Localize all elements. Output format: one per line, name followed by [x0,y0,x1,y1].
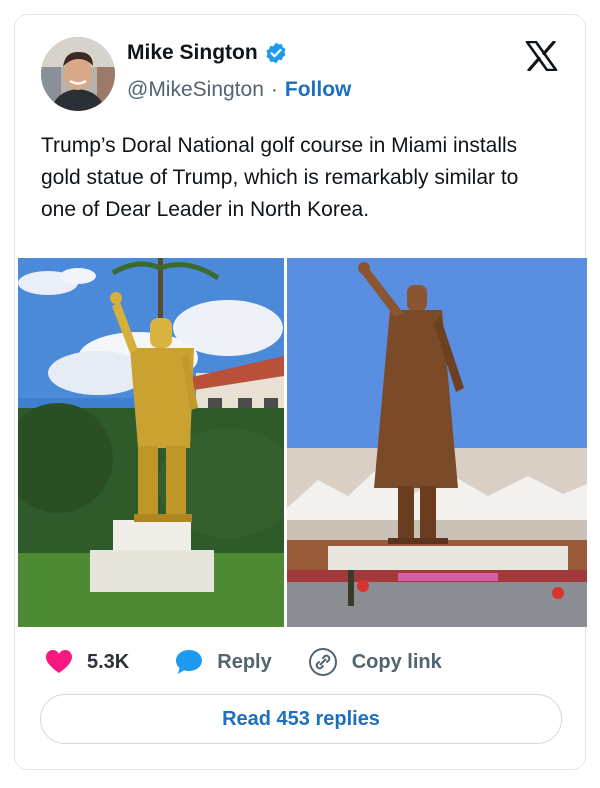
bronze-statue-photo[interactable] [287,258,587,627]
read-replies-button[interactable]: Read 453 replies [40,694,562,744]
author-handle[interactable]: @MikeSington [127,78,264,102]
avatar[interactable] [41,37,115,111]
tweet-text: Trump’s Doral National golf course in Mi… [41,134,519,221]
x-logo-icon[interactable] [525,41,558,71]
link-icon [308,648,337,676]
speech-bubble-icon [176,650,203,674]
tweet-card: Mike Sington @MikeSington · Follow Trump… [14,14,587,770]
heart-icon [46,650,72,673]
gold-statue-photo[interactable] [18,258,298,627]
tweet-media[interactable] [18,258,587,627]
author-handle-row: @MikeSington · Follow [127,78,351,102]
read-replies-label: Read 453 replies [222,707,380,730]
separator-dot: · [270,78,278,101]
author-name[interactable]: Mike Sington [127,41,258,65]
reply-button[interactable]: Reply [175,649,272,675]
like-button[interactable]: 5.3K [45,649,129,675]
verified-badge-icon [266,42,286,64]
copy-link-label: Copy link [351,650,442,673]
author-name-row: Mike Sington [127,41,288,65]
reply-label: Reply [217,650,272,673]
tweet-actions: 5.3K Reply Copy link [45,647,442,677]
copy-link-button[interactable]: Copy link [308,647,442,677]
like-count: 5.3K [87,650,130,673]
follow-button[interactable]: Follow [285,78,352,102]
